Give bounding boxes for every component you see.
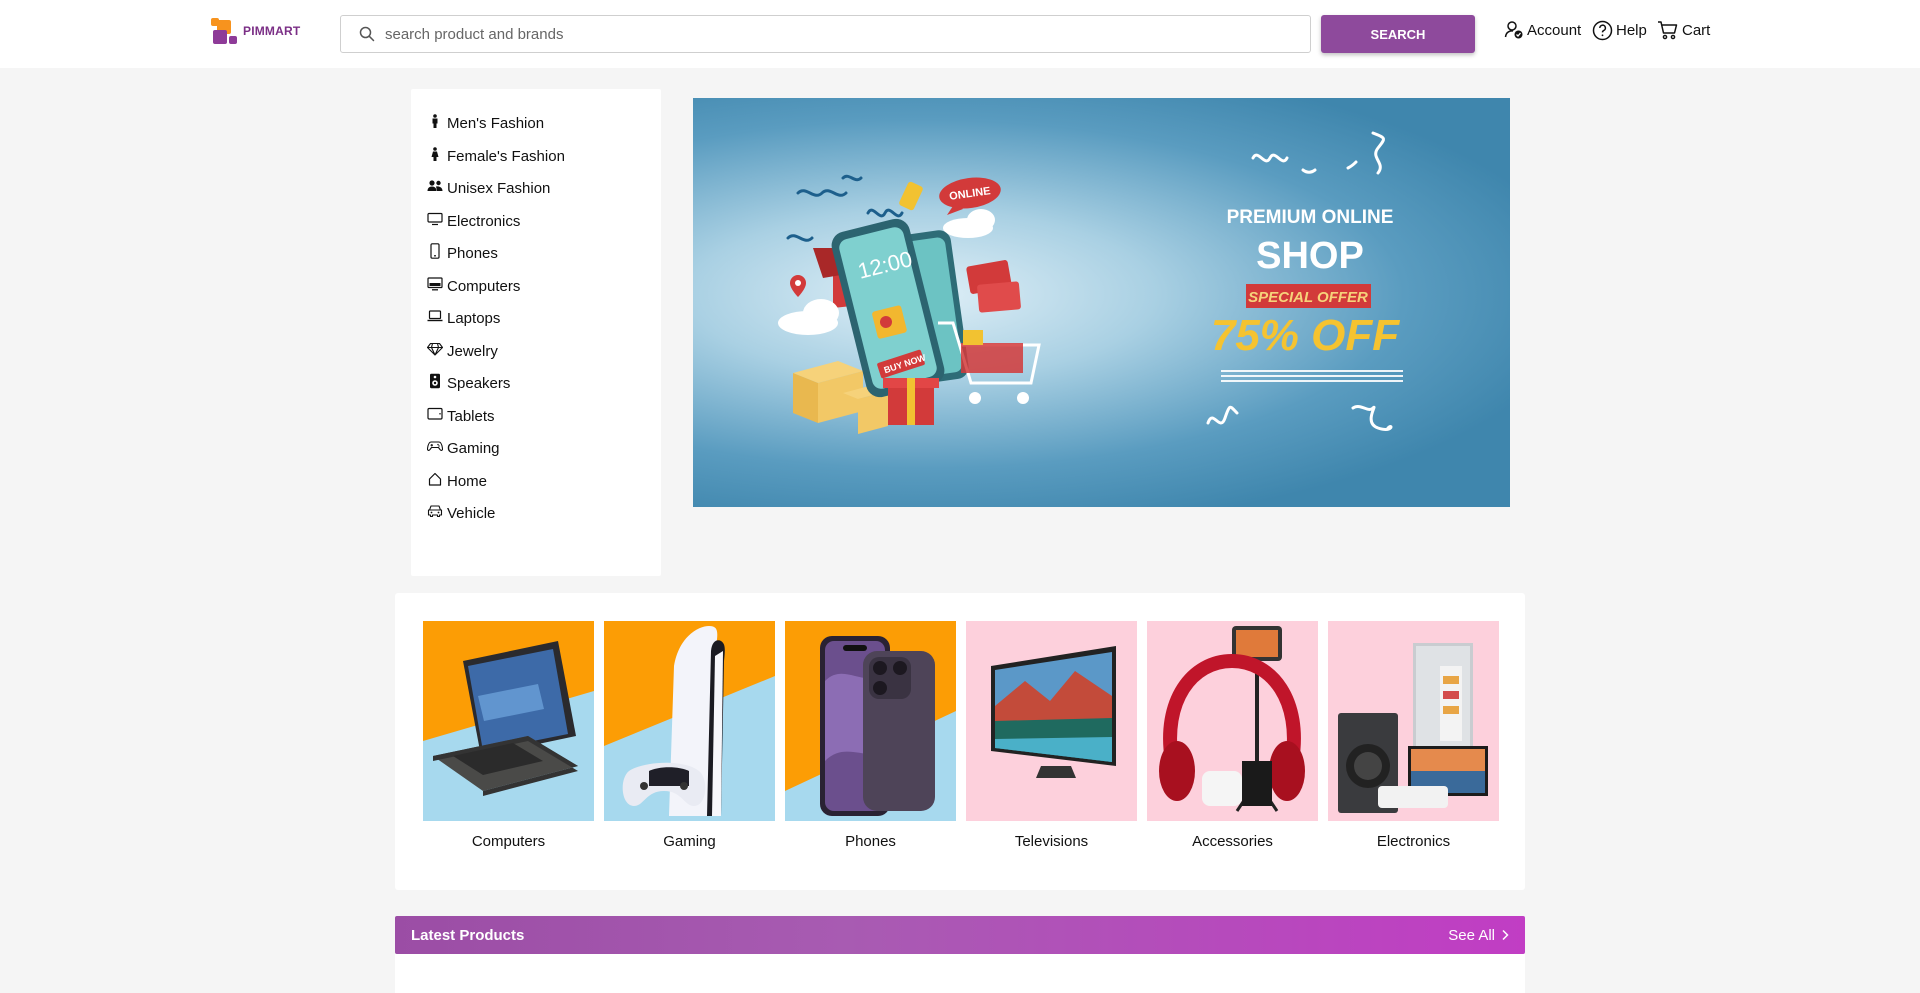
sidebar-item-computers[interactable]: Computers — [411, 276, 661, 310]
category-image-phones — [785, 621, 956, 821]
latest-products-content — [395, 954, 1525, 993]
search-input[interactable] — [385, 25, 1285, 43]
banner-discount-text: 75% OFF — [1211, 311, 1400, 360]
banner-headline: PREMIUM ONLINE — [1227, 207, 1394, 228]
sidebar-item-laptops[interactable]: Laptops — [411, 309, 661, 342]
banner-special-offer-tag: SPECIAL OFFER — [1248, 289, 1368, 306]
banner-illustration: 12:00 BUY NOW ONLINE PREMIUM ONLINE SHOP… — [778, 131, 1403, 434]
desktop-icon — [427, 276, 443, 292]
category-card-accessories[interactable]: Accessories — [1147, 621, 1318, 850]
logo-mark-icon — [211, 16, 241, 46]
sidebar-item-speakers[interactable]: Speakers — [411, 373, 661, 407]
category-sidebar: Men's Fashion Female's Fashion Unisex Fa… — [411, 89, 661, 576]
account-label: Account — [1527, 21, 1582, 39]
category-card-computers[interactable]: Computers — [423, 621, 594, 850]
category-image-computers — [423, 621, 594, 821]
account-icon — [1504, 21, 1523, 39]
speaker-icon — [427, 373, 443, 389]
gem-icon — [427, 341, 443, 357]
sidebar-item-unisex-fashion[interactable]: Unisex Fashion — [411, 179, 661, 212]
monitor-icon — [427, 211, 443, 227]
house-icon — [427, 471, 443, 487]
category-label: Accessories — [1192, 833, 1273, 850]
category-card-electronics[interactable]: Electronics — [1328, 621, 1499, 850]
logo-text: PIMMART — [243, 24, 301, 38]
sidebar-item-phones[interactable]: Phones — [411, 243, 661, 277]
banner-shop-text: SHOP — [1256, 235, 1364, 277]
sidebar-item-females-fashion[interactable]: Female's Fashion — [411, 146, 661, 180]
cart-link[interactable]: Cart — [1657, 20, 1710, 40]
logo[interactable]: PIMMART — [211, 16, 300, 46]
male-icon — [427, 113, 443, 129]
sidebar-item-gaming[interactable]: Gaming — [411, 439, 661, 472]
see-all-label: See All — [1448, 926, 1495, 944]
car-icon — [427, 503, 443, 519]
search-box — [340, 15, 1311, 53]
laptop-icon — [427, 308, 443, 324]
category-label: Computers — [471, 833, 546, 850]
search-button[interactable]: SEARCH — [1321, 15, 1475, 53]
category-card-phones[interactable]: Phones — [785, 621, 956, 850]
sidebar-item-tablets[interactable]: Tablets — [411, 407, 661, 440]
category-grid: Computers Gaming Phones Televisions Acce… — [395, 593, 1525, 890]
help-icon — [1592, 20, 1613, 41]
chevron-right-icon — [1502, 929, 1509, 941]
category-image-accessories — [1147, 621, 1318, 821]
category-image-gaming — [604, 621, 775, 821]
category-card-gaming[interactable]: Gaming — [604, 621, 775, 850]
see-all-link[interactable]: See All — [1448, 927, 1509, 944]
sidebar-item-home[interactable]: Home — [411, 472, 661, 505]
category-label: Televisions — [1014, 833, 1089, 850]
people-icon — [427, 178, 443, 194]
tablet-icon — [427, 406, 443, 422]
cart-label: Cart — [1682, 21, 1711, 39]
phone-icon — [427, 243, 443, 259]
latest-products-bar: Latest Products See All — [395, 916, 1525, 954]
female-icon — [427, 146, 443, 162]
top-header: PIMMART SEARCH Account Help Cart — [0, 0, 1920, 68]
category-image-televisions — [966, 621, 1137, 821]
promo-banner[interactable]: 12:00 BUY NOW ONLINE PREMIUM ONLINE SHOP… — [693, 98, 1510, 507]
category-label: Gaming — [663, 833, 716, 850]
help-label: Help — [1616, 22, 1647, 39]
sidebar-item-vehicle[interactable]: Vehicle — [411, 504, 661, 537]
sidebar-item-mens-fashion[interactable]: Men's Fashion — [411, 114, 661, 147]
category-card-televisions[interactable]: Televisions — [966, 621, 1137, 850]
sidebar-item-jewelry[interactable]: Jewelry — [411, 342, 661, 375]
category-label: Electronics — [1376, 833, 1451, 850]
search-icon — [349, 26, 385, 42]
account-link[interactable]: Account — [1504, 20, 1581, 40]
controller-icon — [427, 438, 443, 454]
sidebar-item-electronics[interactable]: Electronics — [411, 212, 661, 245]
latest-products-title: Latest Products — [411, 926, 525, 944]
cart-icon — [1658, 21, 1678, 40]
category-image-electronics — [1328, 621, 1499, 821]
help-link[interactable]: Help — [1592, 20, 1647, 41]
category-label: Phones — [845, 833, 896, 850]
